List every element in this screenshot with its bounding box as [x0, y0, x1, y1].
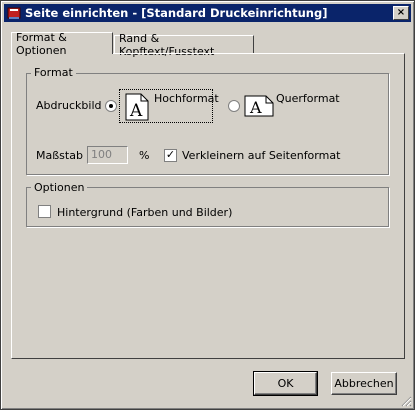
scale-unit: %: [139, 149, 150, 162]
book-icon: [7, 7, 21, 19]
shrink-label[interactable]: Verkleinern auf Seitenformat: [182, 149, 340, 162]
title-bar[interactable]: Seite einrichten - [Standard Druckeinric…: [4, 4, 411, 22]
close-button[interactable]: ×: [393, 6, 409, 20]
portrait-label[interactable]: Hochformat: [154, 92, 219, 105]
scale-label: Maßstab: [36, 149, 83, 162]
portrait-radio[interactable]: [105, 100, 117, 112]
tab-format-options-label: Format & Optionen: [16, 30, 67, 57]
background-label[interactable]: Hintergrund (Farben und Bilder): [57, 206, 232, 219]
window-title: Seite einrichten - [Standard Druckeinric…: [25, 6, 328, 20]
options-group-label: Optionen: [31, 181, 88, 194]
resize-grip-icon[interactable]: [400, 395, 412, 407]
orientation-label: Abdruckbild: [36, 99, 102, 112]
tab-format-options[interactable]: Format & Optionen: [11, 30, 113, 57]
cancel-button[interactable]: Abbrechen: [331, 372, 397, 395]
portrait-page-icon: A: [125, 93, 149, 121]
landscape-radio[interactable]: [228, 100, 240, 112]
svg-text:A: A: [129, 101, 143, 121]
format-group-label: Format: [31, 66, 76, 79]
tab-margins-headers[interactable]: Rand & Kopftext/Fusstext: [114, 32, 254, 58]
page-setup-dialog: Seite einrichten - [Standard Druckeinric…: [0, 0, 415, 410]
scale-input[interactable]: 100: [87, 146, 128, 164]
background-checkbox[interactable]: [38, 205, 51, 218]
svg-text:A: A: [249, 98, 262, 117]
landscape-page-icon: A: [244, 95, 274, 117]
ok-button[interactable]: OK: [253, 371, 318, 396]
shrink-checkbox[interactable]: ✓: [164, 149, 177, 162]
landscape-label[interactable]: Querformat: [276, 92, 340, 105]
